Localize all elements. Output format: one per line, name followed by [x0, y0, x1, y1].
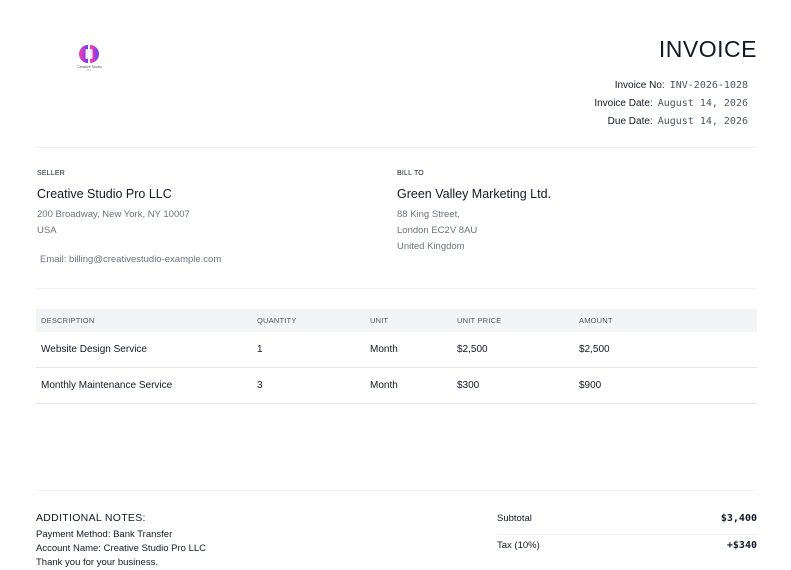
column-header-unit: UNIT — [370, 316, 389, 325]
footer-divider — [36, 490, 756, 491]
item-description: Monthly Maintenance Service — [41, 380, 173, 391]
seller-email[interactable]: Email: billing@creativestudio-example.co… — [40, 254, 221, 265]
invoice-date-row: Invoice Date: August 14, 2026 — [428, 94, 748, 112]
notes-title: ADDITIONAL NOTES: — [36, 512, 146, 524]
meta-label: Due Date: — [607, 115, 653, 127]
items-table: DESCRIPTION QUANTITY UNIT UNIT PRICE AMO… — [36, 309, 757, 404]
item-description: Website Design Service — [41, 344, 147, 355]
seller-block: SELLER Creative Studio Pro LLC 200 Broad… — [37, 170, 337, 239]
item-unit: Month — [370, 380, 398, 391]
item-unit-price: $300 — [457, 380, 480, 391]
totals-block: Subtotal $3,400 Tax (10%) +$340 — [497, 508, 757, 556]
bill-to-label: BILL TO — [397, 170, 424, 177]
meta-label: Invoice No: — [614, 79, 665, 91]
additional-notes: ADDITIONAL NOTES: Payment Method: Bank T… — [36, 512, 336, 570]
bill-to-address-line: London EC2V 8AU — [397, 225, 478, 236]
invoice-meta: Invoice No: INV-2026-1028 Invoice Date: … — [428, 76, 748, 130]
item-amount: $900 — [579, 380, 602, 391]
seller-label: SELLER — [37, 170, 66, 177]
subtotal-label: Subtotal — [497, 513, 532, 524]
column-header-unit-price: UNIT PRICE — [457, 316, 502, 325]
tax-row: Tax (10%) +$340 — [497, 534, 757, 556]
due-date: August 14, 2026 — [657, 115, 748, 127]
bill-to-block: BILL TO Green Valley Marketing Ltd. 88 K… — [397, 170, 697, 255]
invoice-date: August 14, 2026 — [657, 97, 748, 109]
due-date-row: Due Date: August 14, 2026 — [428, 112, 748, 130]
bill-to-address-line: United Kingdom — [397, 241, 465, 252]
column-header-amount: AMOUNT — [579, 316, 613, 325]
seller-address-line: USA — [37, 225, 57, 236]
notes-line: Payment Method: Bank Transfer — [36, 529, 173, 540]
header-divider — [36, 147, 756, 148]
bill-to-address-line: 88 King Street, — [397, 209, 460, 220]
tax-value: +$340 — [726, 540, 757, 551]
table-row: Website Design Service 1 Month $2,500 $2… — [36, 332, 757, 368]
notes-line: Account Name: Creative Studio Pro LLC — [36, 543, 207, 554]
notes-line: Thank you for your business. — [36, 557, 158, 568]
bill-to-name: Green Valley Marketing Ltd. — [397, 187, 552, 201]
logo-tagline: Pro — [86, 68, 92, 72]
item-unit-price: $2,500 — [457, 344, 488, 355]
table-row: Monthly Maintenance Service 3 Month $300… — [36, 368, 757, 404]
subtotal-row: Subtotal $3,400 — [497, 508, 757, 529]
meta-label: Invoice Date: — [594, 97, 653, 109]
table-header: DESCRIPTION QUANTITY UNIT UNIT PRICE AMO… — [36, 309, 757, 332]
column-header-quantity: QUANTITY — [257, 316, 297, 325]
company-logo: Creative Studio Pro — [76, 44, 102, 74]
item-unit: Month — [370, 344, 398, 355]
seller-name: Creative Studio Pro LLC — [37, 187, 172, 201]
column-header-description: DESCRIPTION — [41, 316, 95, 325]
invoice-title: INVOICE — [658, 36, 757, 62]
invoice-number: INV-2026-1028 — [669, 79, 748, 91]
logo-icon — [79, 45, 99, 63]
seller-address-line: 200 Broadway, New York, NY 10007 — [37, 209, 190, 220]
invoice-number-row: Invoice No: INV-2026-1028 — [428, 76, 748, 94]
parties-divider — [36, 288, 756, 289]
item-amount: $2,500 — [579, 344, 610, 355]
subtotal-value: $3,400 — [720, 513, 757, 524]
item-quantity: 1 — [257, 344, 263, 355]
tax-label: Tax (10%) — [497, 540, 540, 551]
item-quantity: 3 — [257, 380, 263, 391]
